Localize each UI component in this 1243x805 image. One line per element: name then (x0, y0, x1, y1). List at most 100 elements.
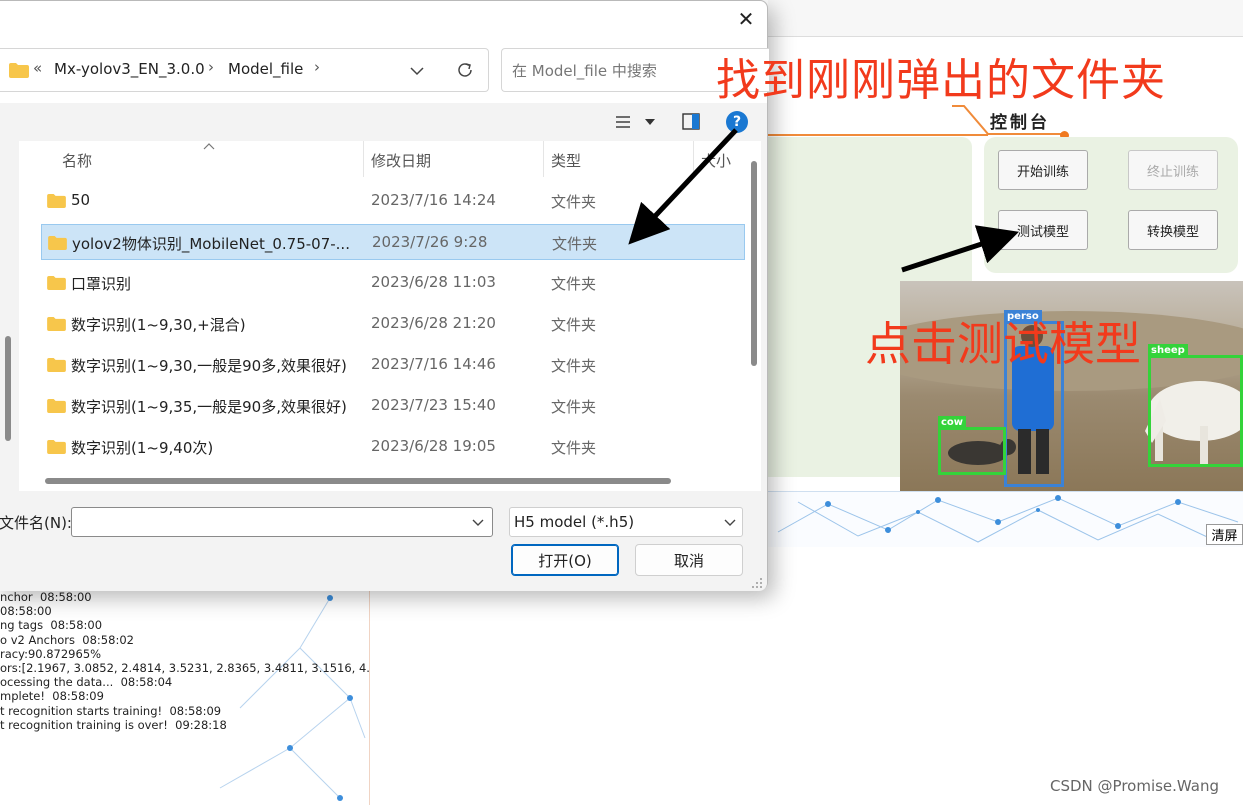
file-row[interactable]: 数字识别(1~9,30,+混合) 2023/6/28 21:20 文件夹 (41, 306, 745, 342)
breadcrumb-separator-icon: › (208, 58, 214, 76)
filetype-select[interactable]: H5 model (*.h5) (509, 507, 743, 537)
column-separator[interactable] (543, 141, 544, 177)
filename-input[interactable] (71, 507, 493, 537)
file-type: 文件夹 (551, 316, 597, 334)
file-row[interactable]: 口罩识别 2023/6/28 11:03 文件夹 (41, 265, 745, 301)
file-row[interactable]: 数字识别(1~9,30,一般是90多,效果很好) 2023/7/16 14:46 文… (41, 347, 745, 383)
breadcrumb-chevron-icon[interactable]: › (314, 58, 320, 76)
log-line: t recognition training is over! 09:28:18 (0, 717, 227, 732)
breadcrumb-item-root[interactable]: Mx-yolov3_EN_3.0.0 (54, 60, 205, 78)
log-line: nchor 08:58:00 (0, 590, 92, 604)
resize-grip-icon[interactable] (751, 577, 763, 589)
cow-bbox: cow (938, 416, 1006, 475)
open-file-dialog: ✕ « Mx-yolov3_EN_3.0.0 › Model_file › 在 … (0, 0, 769, 591)
file-date: 2023/7/26 9:28 (372, 233, 488, 251)
horizontal-scrollbar[interactable] (45, 478, 671, 484)
file-row[interactable]: 数字识别(1~9,35,一般是90多,效果很好) 2023/7/23 15:40 文… (41, 388, 745, 424)
chevron-down-icon (724, 519, 736, 526)
file-row[interactable]: 50 2023/7/16 14:24 文件夹 (41, 183, 745, 219)
file-name: 50 (71, 191, 91, 209)
log-line: t recognition starts training! 08:58:09 (0, 703, 222, 718)
annotation-click-test: 点击测试模型 (865, 317, 1141, 371)
chevron-down-icon[interactable] (410, 66, 424, 76)
address-row: « Mx-yolov3_EN_3.0.0 › Model_file › 在 Mo… (0, 37, 769, 103)
file-type: 文件夹 (551, 357, 597, 375)
app-topbar (768, 0, 1243, 36)
folder-icon (47, 193, 66, 208)
breadcrumb-item-current[interactable]: Model_file (228, 60, 303, 78)
convert-model-button[interactable]: 转换模型 (1128, 210, 1218, 250)
network-banner (768, 491, 1243, 547)
open-button[interactable]: 打开(O) (511, 544, 619, 576)
file-name: yolov2物体识别_MobileNet_0.75-07-... (72, 235, 350, 253)
file-date: 2023/7/16 14:46 (371, 355, 496, 373)
preview-pane-icon[interactable] (682, 113, 700, 130)
folder-icon (9, 63, 29, 78)
dialog-toolbar: ? (0, 103, 767, 141)
annotation-find-folder: 找到刚刚弹出的文件夹 (716, 55, 1166, 106)
file-type: 文件夹 (551, 275, 597, 293)
column-date[interactable]: 修改日期 (371, 150, 431, 171)
log-line: ocessing the data... 08:58:04 (0, 675, 173, 690)
refresh-icon[interactable] (456, 61, 474, 79)
column-header: 名称 修改日期 类型 大小 (19, 141, 761, 177)
file-date: 2023/6/28 21:20 (371, 314, 496, 332)
column-separator[interactable] (363, 141, 364, 177)
chevron-down-icon[interactable] (472, 519, 484, 527)
help-icon[interactable]: ? (726, 111, 748, 133)
file-date: 2023/7/16 14:24 (371, 191, 496, 209)
sheep-bbox-label: sheep (1148, 344, 1188, 357)
file-type: 文件夹 (551, 398, 597, 416)
network-pattern (777, 495, 1239, 543)
column-type[interactable]: 类型 (551, 150, 581, 171)
dialog-titlebar: ✕ (0, 1, 767, 37)
file-date: 2023/6/28 11:03 (371, 273, 496, 291)
file-list: 名称 修改日期 类型 大小 50 2023/7/16 14:24 文件夹 yolov2… (19, 141, 761, 491)
column-name[interactable]: 名称 (62, 150, 92, 171)
view-list-icon[interactable] (615, 115, 631, 129)
folder-icon (47, 316, 66, 331)
nav-pane-scrollbar[interactable] (5, 336, 11, 441)
file-name: 数字识别(1~9,30,一般是90多,效果很好) (71, 357, 347, 375)
log-line: racy:90.872965% (0, 646, 102, 661)
column-size[interactable]: 大小 (701, 150, 731, 171)
app-divider (768, 36, 1243, 37)
control-panel: 开始训练 终止训练 测试模型 转换模型 (984, 137, 1238, 273)
cow-bbox-label: cow (938, 416, 967, 429)
log-line: 08:58:00 (0, 604, 52, 619)
folder-icon (47, 275, 66, 290)
log-panel: nchor 08:58:00 08:58:00 ng tags 08:58:00 o … (0, 588, 370, 805)
training-log: nchor 08:58:00 08:58:00 ng tags 08:58:00 o … (0, 590, 370, 732)
vertical-scrollbar[interactable] (751, 161, 757, 366)
dialog-footer: 文件名(N): H5 model (*.h5) 打开(O) 取消 (0, 491, 767, 591)
folder-icon (48, 235, 67, 250)
log-line: o v2 Anchors 08:58:02 (0, 632, 134, 647)
filetype-value: H5 model (*.h5) (514, 513, 635, 531)
file-date: 2023/6/28 19:05 (371, 437, 496, 455)
cancel-button[interactable]: 取消 (635, 544, 743, 576)
log-line: ng tags 08:58:00 (0, 618, 103, 633)
column-separator[interactable] (693, 141, 694, 177)
sort-ascending-icon (203, 143, 215, 150)
start-training-button[interactable]: 开始训练 (998, 150, 1088, 190)
log-line: mplete! 08:58:09 (0, 689, 104, 704)
test-model-button[interactable]: 测试模型 (998, 210, 1088, 250)
watermark: CSDN @Promise.Wang (1050, 777, 1220, 795)
file-date: 2023/7/23 15:40 (371, 396, 496, 414)
sheep-bbox: sheep (1148, 344, 1243, 467)
close-icon[interactable]: ✕ (734, 7, 758, 31)
file-type: 文件夹 (551, 439, 597, 457)
file-type: 文件夹 (551, 193, 597, 211)
address-bar[interactable]: « Mx-yolov3_EN_3.0.0 › Model_file › (0, 48, 489, 92)
file-row[interactable]: 数字识别(1~9,40次) 2023/6/28 19:05 文件夹 (41, 429, 745, 465)
breadcrumb-overflow[interactable]: « (33, 59, 42, 77)
stop-training-button[interactable]: 终止训练 (1128, 150, 1218, 190)
log-line: ors:[2.1967, 3.0852, 2.4814, 3.5231, 2.8… (0, 661, 370, 676)
clear-screen-button[interactable]: 清屏 (1206, 524, 1243, 545)
file-row[interactable]: yolov2物体识别_MobileNet_0.75-07-... 2023/7/2… (41, 224, 745, 260)
folder-icon (47, 357, 66, 372)
view-options-icon[interactable] (645, 119, 655, 125)
console-title: 控制台 (990, 113, 1050, 133)
screen: 控制台 开始训练 终止训练 测试模型 转换模型 perso sheep cow (0, 0, 1243, 805)
file-name: 数字识别(1~9,35,一般是90多,效果很好) (71, 398, 347, 416)
